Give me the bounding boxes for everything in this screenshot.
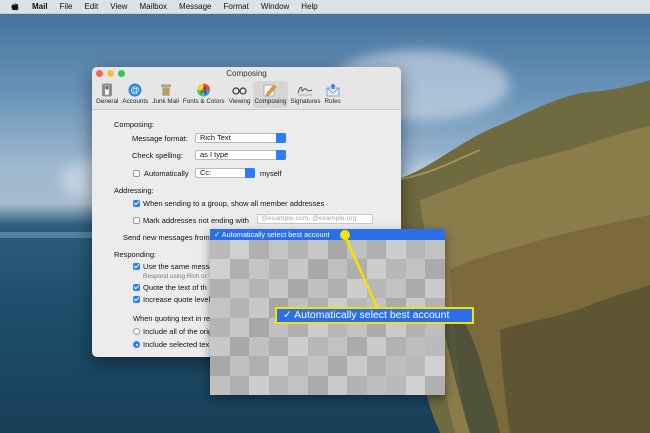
callout-connector: [340, 230, 379, 308]
callout-highlight: ✓ Automatically select best account: [275, 307, 474, 324]
